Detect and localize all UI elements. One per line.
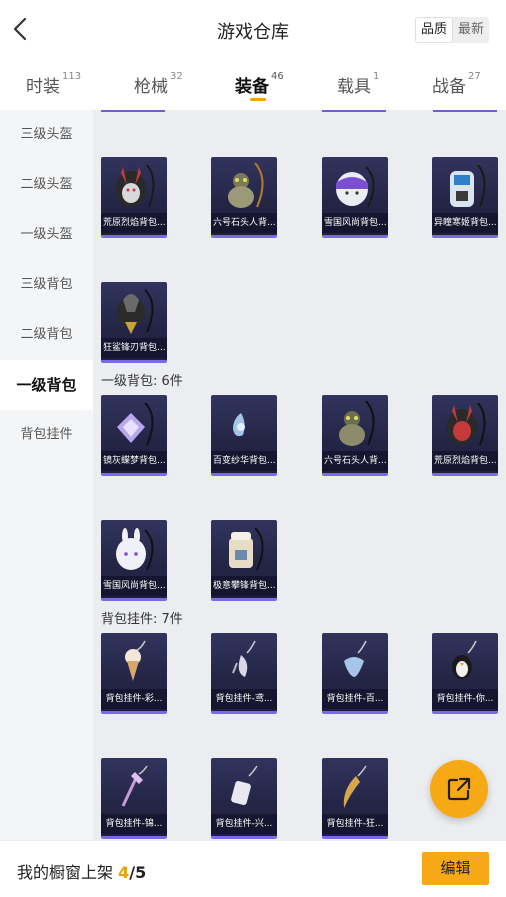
backpack-icon <box>450 164 486 208</box>
sidebar-item-level2-helmet[interactable]: 二级头盔 <box>0 160 93 210</box>
item-name: 背包挂件-锦... <box>101 814 167 834</box>
item-name: 异瞳寒姬背包... <box>432 213 498 233</box>
pendant-icon <box>344 640 367 677</box>
tab-label: 装备 <box>235 77 269 97</box>
edit-button[interactable]: 编辑 <box>422 852 489 885</box>
backpack-icon <box>229 527 264 571</box>
tab-label: 时装 <box>26 77 60 97</box>
section-pendant-label: 背包挂件: 7件 <box>101 612 183 627</box>
backpack-icon <box>447 402 486 446</box>
tab-equipment[interactable]: 装备46 <box>235 71 284 97</box>
active-tab-indicator <box>250 98 266 101</box>
item-name: 背包挂件-彩... <box>101 689 167 709</box>
item-card[interactable]: 百变纱华背包... <box>211 395 277 476</box>
item-name: 六号石头人背... <box>211 213 277 233</box>
card-edge <box>101 110 165 112</box>
sidebar: 三级头盔 二级头盔 一级头盔 三级背包 二级背包 一级背包 背包挂件 <box>0 110 93 840</box>
tab-label: 枪械 <box>134 77 168 97</box>
sidebar-item-level2-backpack[interactable]: 二级背包 <box>0 310 93 360</box>
item-name: 六号石头人背... <box>322 451 388 471</box>
item-card[interactable]: 背包挂件-兴... <box>211 758 277 839</box>
item-card[interactable]: 荒原烈焰背包... <box>101 157 167 238</box>
sidebar-item-level1-backpack[interactable]: 一级背包 <box>0 360 93 410</box>
item-card[interactable]: 背包挂件-你... <box>432 633 498 714</box>
backpack-icon <box>116 164 155 208</box>
sidebar-item-level3-backpack[interactable]: 三级背包 <box>0 260 93 310</box>
tab-count: 1 <box>373 71 380 82</box>
item-card[interactable]: 背包挂件-鸢... <box>211 633 277 714</box>
item-card[interactable]: 背包挂件-彩... <box>101 633 167 714</box>
item-name: 雪国风尚背包... <box>101 576 167 596</box>
card-edge <box>322 110 386 112</box>
item-name: 荒原烈焰背包... <box>432 451 498 471</box>
pendant-icon <box>121 765 148 807</box>
item-name: 极意攀锋背包... <box>211 576 277 596</box>
backpack-icon <box>336 166 375 208</box>
backpack-icon <box>117 402 154 446</box>
item-card[interactable]: 极意攀锋背包... <box>211 520 277 601</box>
sidebar-item-backpack-pendant[interactable]: 背包挂件 <box>0 410 93 460</box>
tab-label: 战备 <box>432 77 466 97</box>
backpack-icon <box>117 289 154 334</box>
share-icon <box>447 777 471 801</box>
bottom-bar: 我的橱窗上架 4/5 编辑 <box>0 840 506 897</box>
item-grid: 荒原烈焰背包... 六号石头人背... 雪国风尚背包... 异瞳寒姬背包... <box>93 110 506 840</box>
pendant-icon <box>231 765 258 806</box>
item-name: 百变纱华背包... <box>211 451 277 471</box>
tab-firearms[interactable]: 枪械32 <box>134 71 183 97</box>
showcase-total: 5 <box>135 863 147 882</box>
tab-count: 27 <box>468 71 481 82</box>
tab-battle-gear[interactable]: 战备27 <box>432 71 481 97</box>
header: 游戏仓库 品质 最新 <box>0 0 506 60</box>
item-name: 荒原烈焰背包... <box>101 213 167 233</box>
item-card[interactable]: 六号石头人背... <box>211 157 277 238</box>
showcase-count: 4 <box>118 863 130 882</box>
item-name: 背包挂件-鸢... <box>211 689 277 709</box>
backpack-icon <box>339 400 375 446</box>
section-level1-backpack-label: 一级背包: 6件 <box>101 374 183 389</box>
backpack-icon <box>116 528 154 571</box>
tab-count: 32 <box>170 71 183 82</box>
tab-count: 46 <box>271 71 284 82</box>
item-card[interactable]: 背包挂件-锦... <box>101 758 167 839</box>
backpack-icon <box>228 162 264 208</box>
sort-quality-button[interactable]: 品质 <box>414 17 453 43</box>
pendant-icon <box>452 640 477 679</box>
item-name: 背包挂件-兴... <box>211 814 277 834</box>
tab-fashion[interactable]: 时装113 <box>26 71 82 97</box>
tab-vehicles[interactable]: 载具1 <box>337 71 380 97</box>
item-name: 背包挂件-你... <box>432 689 498 709</box>
sort-toggle: 品质 最新 <box>414 17 489 43</box>
item-card[interactable]: 背包挂件-狂... <box>322 758 388 839</box>
pendant-icon <box>343 765 367 808</box>
sidebar-item-level1-helmet[interactable]: 一级头盔 <box>0 210 93 260</box>
item-name: 镜灰蝶梦背包... <box>101 451 167 471</box>
item-card[interactable]: 雪国风尚背包... <box>101 520 167 601</box>
item-card[interactable]: 异瞳寒姬背包... <box>432 157 498 238</box>
item-name: 狂鲨锋刃背包... <box>101 338 167 358</box>
item-name: 背包挂件-百... <box>322 689 388 709</box>
item-card[interactable]: 背包挂件-百... <box>322 633 388 714</box>
category-tabs: 时装113 枪械32 装备46 载具1 战备27 <box>0 62 506 108</box>
tab-count: 113 <box>62 71 82 82</box>
share-button[interactable] <box>430 760 488 818</box>
item-card[interactable]: 狂鲨锋刃背包... <box>101 282 167 363</box>
item-card[interactable]: 镜灰蝶梦背包... <box>101 395 167 476</box>
sort-newest-button[interactable]: 最新 <box>453 17 489 43</box>
showcase-label: 我的橱窗上架 <box>17 863 119 882</box>
sidebar-item-level3-helmet[interactable]: 三级头盔 <box>0 110 93 160</box>
card-edge <box>433 110 497 112</box>
item-name: 雪国风尚背包... <box>322 213 388 233</box>
item-name: 背包挂件-狂... <box>322 814 388 834</box>
pendant-icon <box>125 640 146 681</box>
item-card[interactable]: 荒原烈焰背包... <box>432 395 498 476</box>
showcase-status: 我的橱窗上架 4/5 <box>17 859 146 883</box>
tab-label: 载具 <box>337 77 371 97</box>
item-card[interactable]: 雪国风尚背包... <box>322 157 388 238</box>
pendant-icon <box>232 640 256 677</box>
item-card[interactable]: 六号石头人背... <box>322 395 388 476</box>
backpack-icon <box>233 413 245 437</box>
